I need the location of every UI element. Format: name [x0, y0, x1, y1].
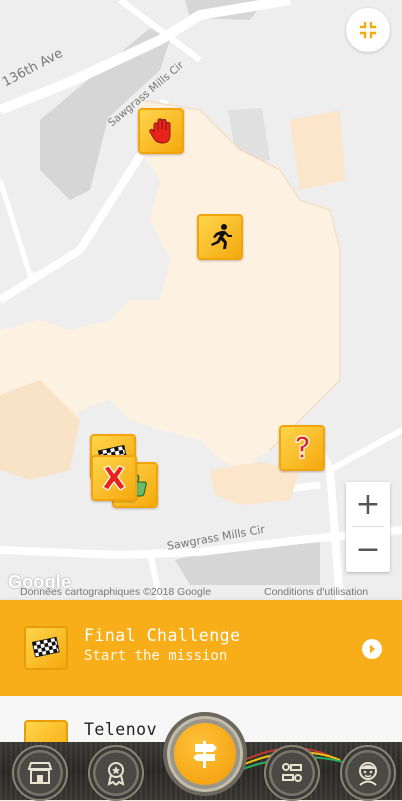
zoom-out-button[interactable]: −: [346, 527, 390, 571]
controls-icon: [282, 763, 302, 782]
list-item-title[interactable]: Telenov: [84, 720, 157, 739]
x-cross-icon: [102, 465, 126, 491]
map-data-credit: Données cartographiques ©2018 Google: [20, 586, 212, 598]
shop-icon: [27, 762, 53, 784]
mission-banner[interactable]: Final Challenge Start the mission: [0, 600, 402, 696]
map-canvas: [0, 0, 402, 600]
avatar-button[interactable]: [340, 745, 396, 801]
signpost-button-core: [174, 723, 236, 785]
controls-button[interactable]: [264, 745, 320, 801]
badge-button[interactable]: [88, 745, 144, 801]
runner-icon: [211, 224, 232, 249]
signpost-main-button[interactable]: [163, 712, 247, 796]
play-arrow-icon[interactable]: [361, 638, 383, 660]
shop-button[interactable]: [12, 745, 68, 801]
signpost-icon: [193, 741, 217, 768]
x-marker[interactable]: [91, 455, 137, 501]
badge-icon: [107, 762, 125, 786]
hand-stop-icon: [149, 118, 171, 144]
checkered-flag-icon: [31, 636, 60, 658]
hand-stop-marker[interactable]: [138, 108, 184, 154]
map-view[interactable]: 136th Ave Sawgrass Mills Cir Sawgrass Mi…: [0, 0, 402, 600]
terms-link[interactable]: Conditions d'utilisation: [264, 586, 368, 598]
map-attribution: Données cartographiques ©2018 Google Con…: [0, 584, 402, 600]
mission-subtitle: Start the mission: [84, 648, 228, 664]
collapse-map-button[interactable]: [346, 8, 390, 52]
mission-title: Final Challenge: [84, 626, 241, 645]
question-mark-icon: [295, 435, 310, 459]
mission-flag-badge: [24, 626, 68, 670]
runner-marker[interactable]: [197, 214, 243, 260]
avatar-icon: [359, 762, 377, 786]
question-mark-marker[interactable]: [279, 425, 325, 471]
collapse-arrows-icon: [359, 21, 377, 39]
zoom-controls: + −: [346, 482, 390, 572]
zoom-in-button[interactable]: +: [346, 482, 390, 526]
